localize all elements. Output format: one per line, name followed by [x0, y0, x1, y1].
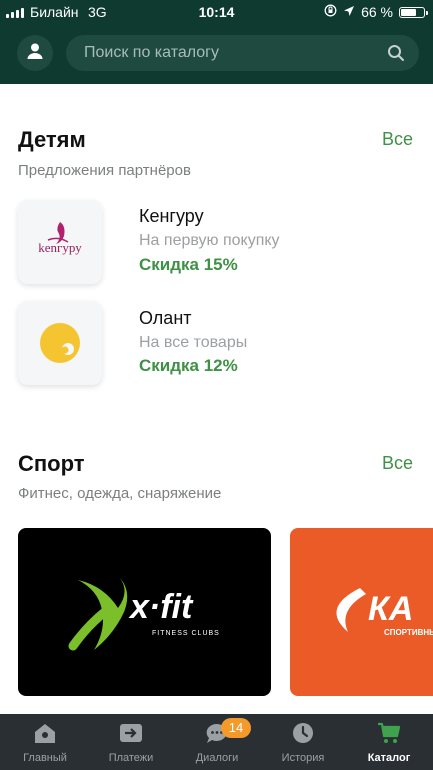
cart-icon [378, 722, 401, 743]
search-placeholder: Поиск по каталогу [84, 44, 219, 61]
kenguru-logo-text: kenгуру [38, 240, 82, 255]
partner-logo-text: КА [368, 590, 414, 628]
profile-button[interactable] [17, 35, 53, 71]
tab-history[interactable]: История [260, 714, 346, 770]
transfer-icon [120, 724, 142, 742]
section-subtitle-sport: Фитнес, одежда, снаряжение [18, 485, 222, 502]
partner-desc: На все товары [139, 334, 248, 351]
olant-logo-icon [40, 323, 80, 363]
partner-logo-olant[interactable] [18, 301, 102, 385]
tab-label: Платежи [108, 752, 154, 764]
tab-label: Диалоги [195, 752, 239, 764]
tab-label: Каталог [367, 752, 411, 764]
search-icon[interactable] [387, 44, 405, 67]
bottom-tab-bar: Главный Платежи Диалоги История Каталог [0, 714, 433, 770]
partner-logo-subtext: СПОРТИВНЫ [384, 628, 433, 637]
home-icon [35, 724, 55, 743]
user-icon [26, 42, 44, 65]
search-bar[interactable]: Поиск по каталогу [66, 35, 419, 71]
partner-desc: На первую покупку [139, 232, 280, 249]
partner-discount: Скидка 15% [139, 255, 238, 274]
partner-discount: Скидка 12% [139, 356, 238, 375]
rotation-lock-icon [324, 4, 337, 20]
location-arrow-icon [343, 4, 355, 20]
section-title-kids: Детям [18, 127, 86, 152]
battery-icon [399, 6, 428, 18]
sport-partner-card[interactable]: КА СПОРТИВНЫ [290, 528, 433, 696]
tab-home[interactable]: Главный [2, 714, 88, 770]
dialogs-unread-badge: 14 [221, 718, 251, 738]
section-title-sport: Спорт [18, 451, 85, 476]
app-header: Билайн 3G 10:14 66 % Поиск по каталогу [0, 0, 433, 84]
partner-name[interactable]: Кенгуру [139, 206, 204, 227]
tab-catalog[interactable]: Каталог [346, 714, 432, 770]
partner-logo-kenguru[interactable]: kenгуру [18, 200, 102, 284]
sport-all-link[interactable]: Все [382, 453, 413, 474]
battery-percent: 66 % [361, 4, 393, 20]
clock-icon [293, 723, 313, 743]
tab-label: История [281, 752, 325, 764]
catalog-content: Детям Все Предложения партнёров kenгуру … [0, 84, 433, 714]
section-subtitle-kids: Предложения партнёров [18, 162, 191, 179]
tab-label: Главный [23, 752, 67, 764]
xfit-logo-subtext: FITNESS CLUBS [152, 630, 220, 637]
xfit-card[interactable]: x·fit FITNESS CLUBS [18, 528, 271, 696]
status-bar: Билайн 3G 10:14 66 % [0, 0, 433, 26]
kids-all-link[interactable]: Все [382, 129, 413, 150]
tab-payments[interactable]: Платежи [88, 714, 174, 770]
partner-name[interactable]: Олант [139, 308, 192, 329]
xfit-logo-text: x·fit [130, 588, 193, 626]
